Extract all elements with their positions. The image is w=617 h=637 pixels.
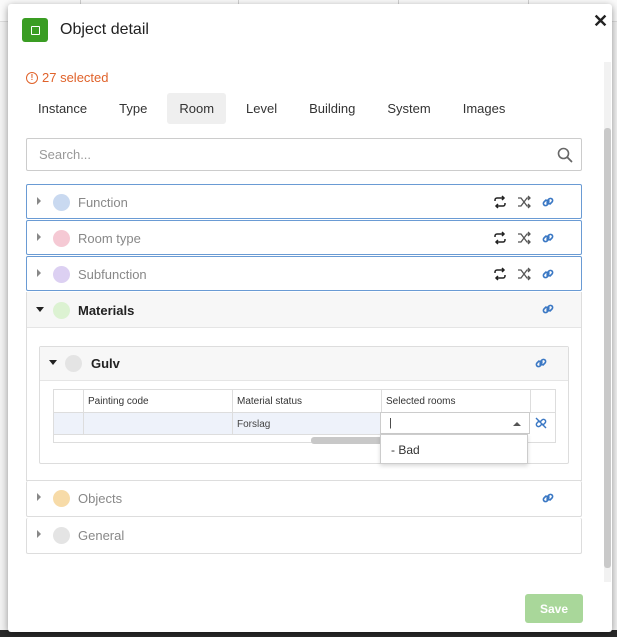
- subgroup-gulv-header[interactable]: Gulv: [40, 347, 568, 381]
- materials-body: Gulv Painting code Material status Selec…: [27, 328, 581, 480]
- tab-instance[interactable]: Instance: [26, 93, 99, 124]
- repeat-icon[interactable]: [493, 267, 507, 281]
- group-room-type[interactable]: Room type: [26, 220, 582, 255]
- warning-icon: !: [26, 71, 38, 84]
- subgroup-label: Gulv: [91, 356, 120, 371]
- group-actions: [493, 231, 555, 245]
- subgroup-gulv: Gulv Painting code Material status Selec…: [39, 346, 569, 464]
- close-icon[interactable]: ✕: [593, 12, 608, 30]
- caret-down-icon[interactable]: [49, 360, 57, 365]
- caret-right-icon[interactable]: [37, 530, 41, 538]
- group-label: Room type: [78, 231, 141, 246]
- save-button[interactable]: Save: [525, 594, 583, 623]
- group-label: Subfunction: [78, 267, 147, 282]
- search-input[interactable]: [39, 147, 539, 162]
- tab-images[interactable]: Images: [451, 93, 518, 124]
- group-color-dot: [65, 355, 82, 372]
- group-materials: Materials Gulv Painting code Material st…: [26, 292, 582, 481]
- dropdown-option[interactable]: - Bad: [391, 443, 420, 457]
- selection-count: ! 27 selected: [26, 70, 109, 85]
- tab-type[interactable]: Type: [107, 93, 159, 124]
- group-actions: [493, 195, 555, 209]
- group-color-dot: [53, 490, 70, 507]
- modal-title: Object detail: [60, 21, 149, 38]
- tab-bar: Instance Type Room Level Building System…: [26, 93, 525, 124]
- group-color-dot: [53, 266, 70, 283]
- group-label: Materials: [78, 303, 135, 318]
- grid-cell-painting-code[interactable]: [84, 413, 233, 435]
- link-icon[interactable]: [541, 491, 555, 505]
- grid-column-header[interactable]: Material status: [233, 390, 382, 413]
- grid-column-header[interactable]: Painting code: [84, 390, 233, 413]
- shuffle-icon[interactable]: [517, 195, 531, 209]
- selected-rooms-options: - Bad: [380, 434, 528, 464]
- grid-cell-material-status[interactable]: Forslag: [233, 413, 382, 435]
- selected-rooms-value: |: [389, 417, 392, 429]
- object-type-icon: [22, 18, 48, 42]
- group-color-dot: [53, 527, 70, 544]
- group-general[interactable]: General: [26, 518, 582, 554]
- unlink-icon[interactable]: [534, 416, 548, 430]
- modal-scrollbar-thumb[interactable]: [604, 128, 611, 568]
- selected-rooms-select[interactable]: |: [380, 412, 530, 434]
- grid-row-header-corner: [54, 390, 84, 413]
- shuffle-icon[interactable]: [517, 231, 531, 245]
- search-icon[interactable]: [557, 147, 573, 163]
- group-color-dot: [53, 194, 70, 211]
- repeat-icon[interactable]: [493, 231, 507, 245]
- group-materials-header[interactable]: Materials: [27, 292, 581, 328]
- link-icon[interactable]: [541, 302, 555, 316]
- tab-room[interactable]: Room: [167, 93, 227, 124]
- caret-right-icon[interactable]: [37, 233, 41, 241]
- group-color-dot: [53, 230, 70, 247]
- grid-horizontal-scrollbar[interactable]: [311, 437, 391, 444]
- group-label: Function: [78, 195, 128, 210]
- group-label: General: [78, 528, 125, 543]
- grid-column-header-extra: [531, 390, 555, 413]
- chevron-up-icon[interactable]: [513, 422, 521, 426]
- caret-right-icon[interactable]: [37, 197, 41, 205]
- grid-column-header[interactable]: Selected rooms: [382, 390, 531, 413]
- object-detail-modal: ✕ Object detail ! 27 selected Instance T…: [8, 4, 612, 632]
- tab-building[interactable]: Building: [297, 93, 367, 124]
- link-icon[interactable]: [541, 231, 555, 245]
- caret-right-icon[interactable]: [37, 269, 41, 277]
- link-icon[interactable]: [541, 267, 555, 281]
- grid-row-selector[interactable]: [54, 413, 84, 435]
- tab-level[interactable]: Level: [234, 93, 289, 124]
- link-icon[interactable]: [534, 356, 548, 370]
- tab-system[interactable]: System: [375, 93, 442, 124]
- modal-header: Object detail: [22, 18, 149, 42]
- group-color-dot: [53, 302, 70, 319]
- link-icon[interactable]: [541, 195, 555, 209]
- caret-down-icon[interactable]: [36, 307, 44, 312]
- group-actions: [493, 267, 555, 281]
- shuffle-icon[interactable]: [517, 267, 531, 281]
- group-function[interactable]: Function: [26, 184, 582, 219]
- selection-count-text: 27 selected: [42, 70, 109, 85]
- group-subfunction[interactable]: Subfunction: [26, 256, 582, 291]
- group-objects[interactable]: Objects: [26, 481, 582, 517]
- attribute-groups: Function Room type Subfunction Materials…: [26, 184, 582, 555]
- group-label: Objects: [78, 491, 123, 506]
- caret-right-icon[interactable]: [37, 493, 41, 501]
- search-box: [26, 138, 582, 171]
- repeat-icon[interactable]: [493, 195, 507, 209]
